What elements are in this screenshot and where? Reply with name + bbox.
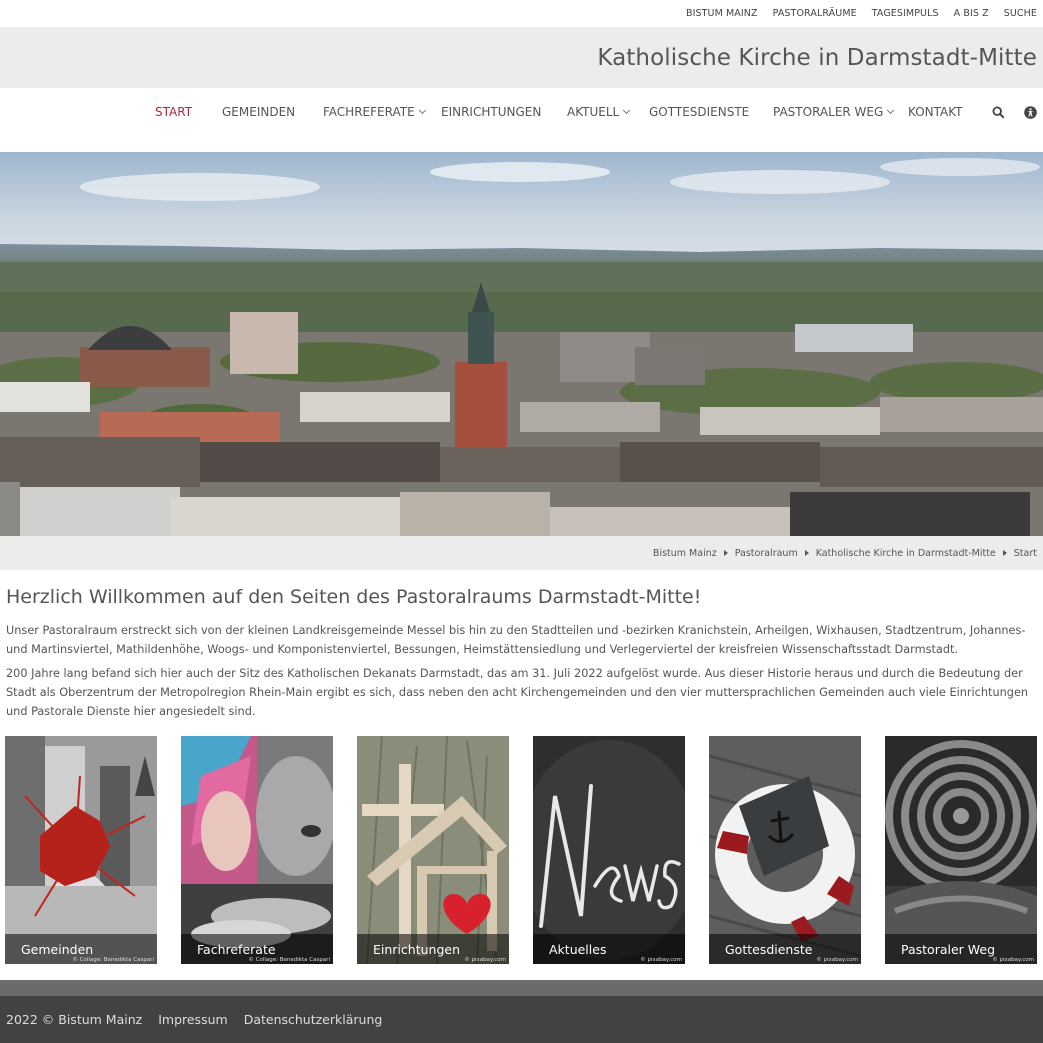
einrichtungen-image [357, 736, 509, 964]
footer-link-impressum[interactable]: Impressum [158, 1012, 227, 1027]
breadcrumb-link-pastoralraum[interactable]: Pastoralraum [735, 548, 798, 559]
history-paragraph: 200 Jahre lang befand sich hier auch der… [6, 667, 1029, 718]
tile-gemeinden[interactable]: Gemeinden © Collage: Benedikta Caspari [5, 736, 157, 964]
breadcrumb-link-kirche-darmstadt-mitte[interactable]: Katholische Kirche in Darmstadt-Mitte [816, 548, 996, 559]
news-chalkboard-image [533, 736, 685, 964]
caret-right-icon [723, 550, 728, 556]
top-link-bistum-mainz[interactable]: BISTUM MAINZ [686, 8, 758, 19]
intro-paragraph: Unser Pastoralraum erstreckt sich von de… [6, 624, 1026, 656]
top-link-suche[interactable]: SUCHE [1004, 8, 1037, 19]
caret-right-icon [804, 550, 809, 556]
main-content: Herzlich Willkommen auf den Seiten des P… [0, 570, 1043, 721]
nav-item-einrichtungen[interactable]: EINRICHTUNGEN [441, 88, 541, 136]
footer-copyright: 2022 © Bistum Mainz [6, 1012, 143, 1027]
nav-label: GOTTESDIENSTE [649, 105, 750, 119]
nav-label: START [155, 105, 193, 119]
tile-gottesdienste[interactable]: Gottesdienste © pixabay.com [709, 736, 861, 964]
tile-grid: Gemeinden © Collage: Benedikta Caspari F… [5, 736, 1043, 964]
nav-label: AKTUELL [567, 105, 620, 119]
chevron-down-icon [418, 106, 426, 114]
nav-item-aktuell[interactable]: AKTUELL [567, 88, 631, 136]
tile-pastoraler-weg[interactable]: Pastoraler Weg © pixabay.com [885, 736, 1037, 964]
nav-label: KONTAKT [908, 105, 963, 119]
chevron-down-icon [887, 106, 895, 114]
footer: 2022 © Bistum Mainz Impressum Datenschut… [0, 996, 1043, 1043]
nav-label: FACHREFERATE [323, 105, 415, 119]
nav-item-start[interactable]: START [155, 88, 192, 136]
main-navigation: START GEMEINDEN FACHREFERATE EINRICHTUNG… [0, 88, 1043, 152]
nav-item-gemeinden[interactable]: GEMEINDEN [222, 88, 295, 136]
tile-credit: © pixabay.com [640, 957, 682, 963]
nav-label: PASTORALER WEG [773, 105, 884, 119]
nav-label: EINRICHTUNGEN [441, 105, 542, 119]
top-link-pastoralraeume[interactable]: PASTORALRÄUME [773, 8, 857, 19]
page-heading: Herzlich Willkommen auf den Seiten des P… [6, 586, 702, 608]
nav-item-kontakt[interactable]: KONTAKT [908, 88, 963, 136]
top-link-tagesimpuls[interactable]: TAGESIMPULS [872, 8, 939, 19]
tile-credit: © Collage: Benedikta Caspari [72, 957, 154, 963]
tile-fachreferate[interactable]: Fachreferate © Collage: Benedikta Caspar… [181, 736, 333, 964]
top-utility-bar: BISTUM MAINZ PASTORALRÄUME TAGESIMPULS A… [0, 0, 1043, 27]
tile-aktuelles[interactable]: Aktuelles © pixabay.com [533, 736, 685, 964]
top-link-a-bis-z[interactable]: A BIS Z [954, 8, 989, 19]
breadcrumb-current: Start [1013, 547, 1037, 559]
nav-item-pastoraler-weg[interactable]: PASTORALER WEG [773, 88, 895, 136]
footer-link-datenschutz[interactable]: Datenschutzerklärung [244, 1012, 383, 1027]
tile-einrichtungen[interactable]: Einrichtungen © pixabay.com [357, 736, 509, 964]
gemeinden-collage-image [5, 736, 157, 964]
tile-credit: © pixabay.com [464, 957, 506, 963]
nav-label: GEMEINDEN [222, 105, 296, 119]
chevron-down-icon [623, 106, 631, 114]
maze-image [885, 736, 1037, 964]
nav-item-gottesdienste[interactable]: GOTTESDIENSTE [649, 88, 749, 136]
accessibility-icon[interactable] [1024, 106, 1037, 119]
tile-credit: © pixabay.com [992, 957, 1034, 963]
breadcrumb: Bistum Mainz Pastoralraum Katholische Ki… [0, 536, 1043, 570]
search-icon[interactable] [992, 106, 1005, 119]
site-title[interactable]: Katholische Kirche in Darmstadt-Mitte [597, 45, 1037, 71]
lifebuoy-bible-image [709, 736, 861, 964]
tile-credit: © Collage: Benedikta Caspari [248, 957, 330, 963]
site-header: Katholische Kirche in Darmstadt-Mitte [0, 27, 1043, 88]
caret-right-icon [1002, 550, 1007, 556]
breadcrumb-link-bistum-mainz[interactable]: Bistum Mainz [653, 548, 717, 559]
hero-image [0, 152, 1043, 536]
nav-item-fachreferate[interactable]: FACHREFERATE [323, 88, 426, 136]
tile-credit: © pixabay.com [816, 957, 858, 963]
footer-divider [0, 980, 1043, 996]
fachreferate-collage-image [181, 736, 333, 964]
city-skyline-image [0, 152, 1043, 536]
